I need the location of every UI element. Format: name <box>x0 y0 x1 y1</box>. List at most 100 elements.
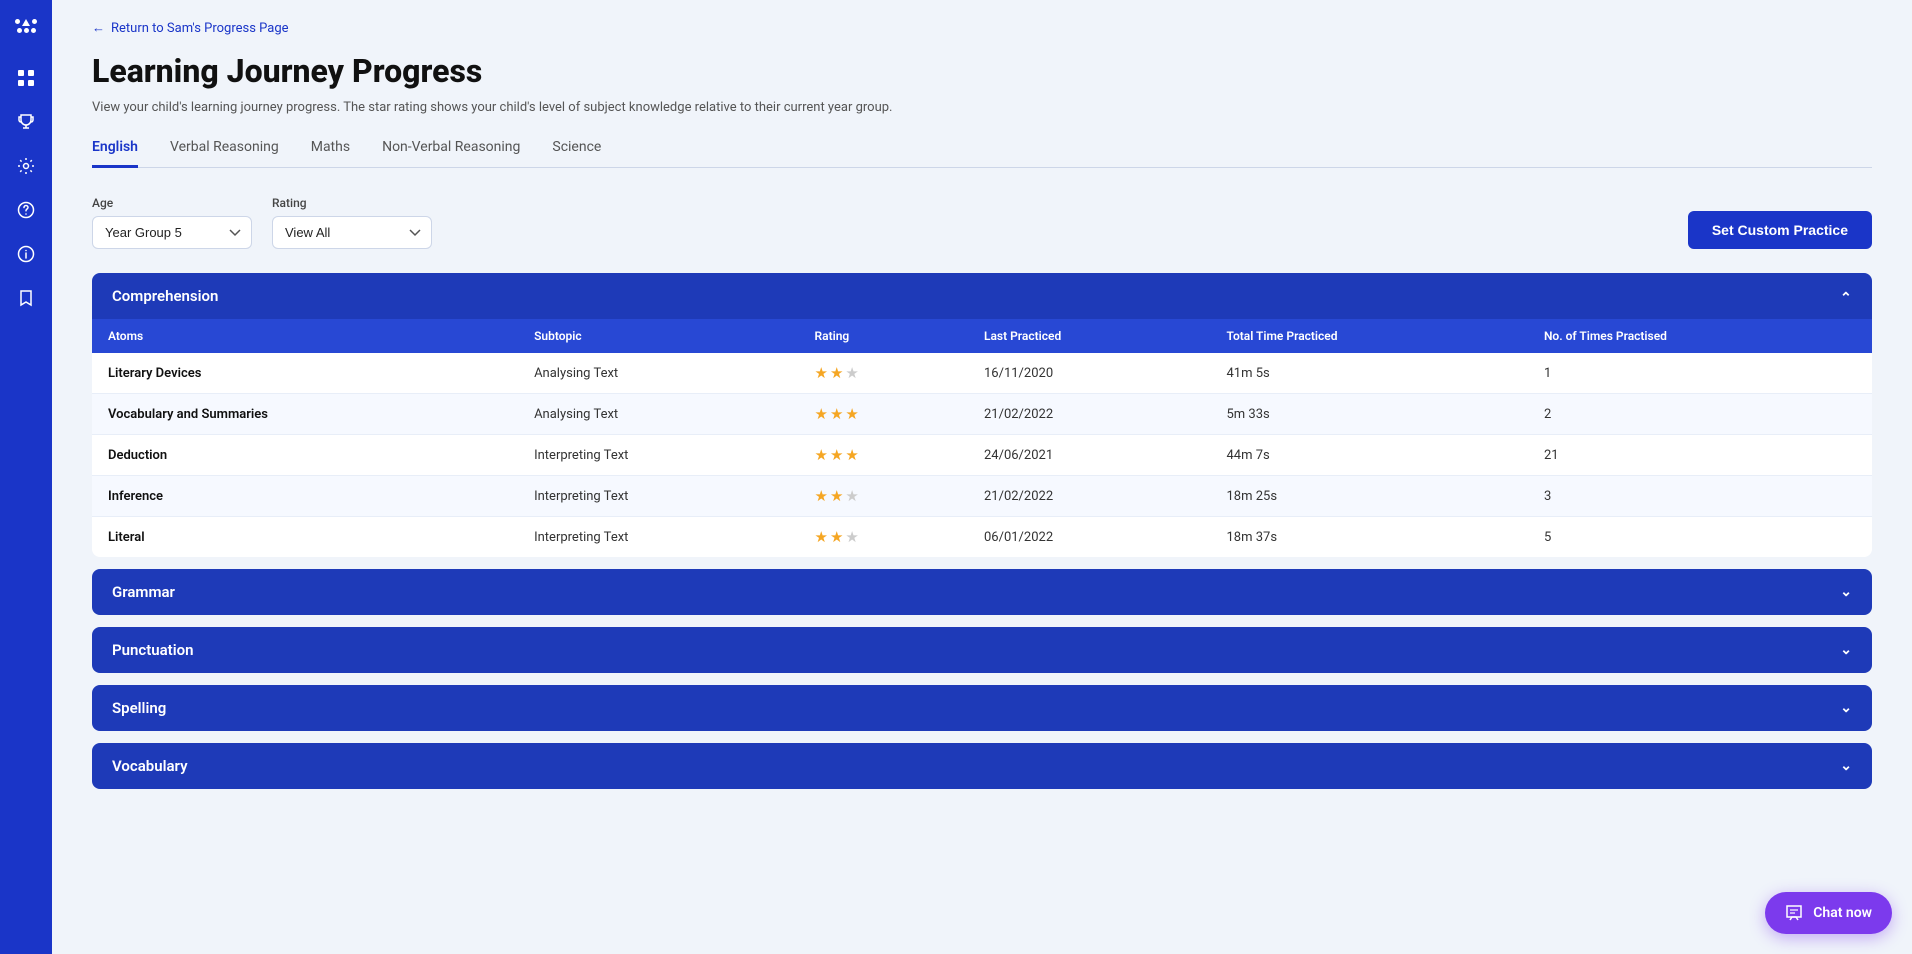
col-header-5: No. of Times Practised <box>1528 319 1872 353</box>
tab-maths[interactable]: Maths <box>311 139 350 168</box>
chat-icon <box>1785 904 1803 922</box>
empty-star-icon: ★ <box>845 487 858 505</box>
rating-cell: ★★★ <box>799 394 968 435</box>
section-spelling: Spelling ⌄ <box>92 685 1872 731</box>
subtopic-cell: Analysing Text <box>518 353 798 394</box>
logo <box>8 12 44 40</box>
rating-cell: ★★★ <box>799 435 968 476</box>
rating-label: Rating <box>272 196 432 210</box>
tab-verbal-reasoning[interactable]: Verbal Reasoning <box>170 139 279 168</box>
tab-science[interactable]: Science <box>552 139 601 168</box>
age-label: Age <box>92 196 252 210</box>
question-icon[interactable] <box>8 192 44 228</box>
back-link[interactable]: ← Return to Sam's Progress Page <box>92 20 1872 36</box>
section-header-punctuation[interactable]: Punctuation ⌄ <box>92 627 1872 673</box>
rating-select[interactable]: View All 1 Star 2 Stars 3 Stars <box>272 216 432 249</box>
section-header-vocabulary[interactable]: Vocabulary⌄ <box>92 743 1872 789</box>
last-practiced-cell: 24/06/2021 <box>968 435 1211 476</box>
section-header-spelling[interactable]: Spelling ⌄ <box>92 685 1872 731</box>
section-header-grammar[interactable]: Grammar ⌄ <box>92 569 1872 615</box>
chevron-icon-grammar: ⌄ <box>1840 584 1852 600</box>
filled-star-icon: ★ <box>815 405 828 423</box>
bookmark-icon[interactable] <box>8 280 44 316</box>
age-select[interactable]: Year Group 5 Year Group 4 Year Group 6 <box>92 216 252 249</box>
rating-cell: ★★★ <box>799 353 968 394</box>
table-row: Vocabulary and SummariesAnalysing Text★★… <box>92 394 1872 435</box>
filled-star-icon: ★ <box>830 528 843 546</box>
page-subtitle: View your child's learning journey progr… <box>92 100 1872 115</box>
chat-button[interactable]: Chat now <box>1765 892 1892 934</box>
trophy-icon[interactable] <box>8 104 44 140</box>
filled-star-icon: ★ <box>815 528 828 546</box>
main-content: ← Return to Sam's Progress Page Learning… <box>52 0 1912 954</box>
section-header-comprehension[interactable]: Comprehension ⌄ <box>92 273 1872 319</box>
last-practiced-cell: 21/02/2022 <box>968 476 1211 517</box>
times-practised-cell: 1 <box>1528 353 1872 394</box>
chevron-icon-vocabulary: ⌄ <box>1840 758 1852 774</box>
times-practised-cell: 5 <box>1528 517 1872 558</box>
atom-cell: Literal <box>92 517 518 558</box>
table-row: DeductionInterpreting Text★★★24/06/20214… <box>92 435 1872 476</box>
empty-star-icon: ★ <box>845 364 858 382</box>
total-time-cell: 41m 5s <box>1210 353 1527 394</box>
table-row: Literary DevicesAnalysing Text★★★16/11/2… <box>92 353 1872 394</box>
chevron-icon-comprehension: ⌄ <box>1840 288 1852 304</box>
last-practiced-cell: 16/11/2020 <box>968 353 1211 394</box>
section-title-spelling: Spelling <box>112 699 166 717</box>
rating-cell: ★★★ <box>799 517 968 558</box>
section-punctuation: Punctuation ⌄ <box>92 627 1872 673</box>
tab-non-verbal-reasoning[interactable]: Non-Verbal Reasoning <box>382 139 520 168</box>
tab-english[interactable]: English <box>92 139 138 168</box>
subtopic-cell: Interpreting Text <box>518 435 798 476</box>
col-header-1: Subtopic <box>518 319 798 353</box>
col-header-0: Atoms <box>92 319 518 353</box>
section-comprehension: Comprehension ⌄ AtomsSubtopicRatingLast Pr… <box>92 273 1872 557</box>
times-practised-cell: 3 <box>1528 476 1872 517</box>
rating-filter-group: Rating View All 1 Star 2 Stars 3 Stars <box>272 196 432 249</box>
total-time-cell: 44m 7s <box>1210 435 1527 476</box>
section-title-grammar: Grammar <box>112 583 175 601</box>
filled-star-icon: ★ <box>830 446 843 464</box>
filled-star-icon: ★ <box>815 364 828 382</box>
page-title: Learning Journey Progress <box>92 52 1872 90</box>
filled-star-icon: ★ <box>845 446 858 464</box>
total-time-cell: 18m 37s <box>1210 517 1527 558</box>
filled-star-icon: ★ <box>815 446 828 464</box>
subtopic-cell: Analysing Text <box>518 394 798 435</box>
section-grammar: Grammar ⌄ <box>92 569 1872 615</box>
last-practiced-cell: 06/01/2022 <box>968 517 1211 558</box>
filled-star-icon: ★ <box>815 487 828 505</box>
chevron-icon-punctuation: ⌄ <box>1840 642 1852 658</box>
times-practised-cell: 21 <box>1528 435 1872 476</box>
grid-icon[interactable] <box>8 60 44 96</box>
filled-star-icon: ★ <box>830 405 843 423</box>
gear-icon[interactable] <box>8 148 44 184</box>
total-time-cell: 18m 25s <box>1210 476 1527 517</box>
sidebar <box>0 0 52 954</box>
sections-container: Comprehension ⌄ AtomsSubtopicRatingLast Pr… <box>92 273 1872 789</box>
table-row: InferenceInterpreting Text★★★21/02/20221… <box>92 476 1872 517</box>
atom-cell: Literary Devices <box>92 353 518 394</box>
chat-label: Chat now <box>1813 905 1872 921</box>
filled-star-icon: ★ <box>830 487 843 505</box>
arrow-left-icon: ← <box>92 20 105 36</box>
total-time-cell: 5m 33s <box>1210 394 1527 435</box>
table-comprehension: AtomsSubtopicRatingLast PracticedTotal T… <box>92 319 1872 557</box>
times-practised-cell: 2 <box>1528 394 1872 435</box>
custom-practice-button[interactable]: Set Custom Practice <box>1688 211 1872 249</box>
age-filter-group: Age Year Group 5 Year Group 4 Year Group… <box>92 196 252 249</box>
col-header-2: Rating <box>799 319 968 353</box>
last-practiced-cell: 21/02/2022 <box>968 394 1211 435</box>
section-vocabulary: Vocabulary⌄ <box>92 743 1872 789</box>
section-title-comprehension: Comprehension <box>112 287 218 305</box>
subtopic-cell: Interpreting Text <box>518 476 798 517</box>
table-row: LiteralInterpreting Text★★★06/01/202218m… <box>92 517 1872 558</box>
atom-cell: Inference <box>92 476 518 517</box>
section-title-punctuation: Punctuation <box>112 641 193 659</box>
col-header-3: Last Practiced <box>968 319 1211 353</box>
filled-star-icon: ★ <box>830 364 843 382</box>
atom-cell: Deduction <box>92 435 518 476</box>
info-icon[interactable] <box>8 236 44 272</box>
chevron-icon-spelling: ⌄ <box>1840 700 1852 716</box>
subject-tabs: English Verbal Reasoning Maths Non-Verba… <box>92 139 1872 168</box>
